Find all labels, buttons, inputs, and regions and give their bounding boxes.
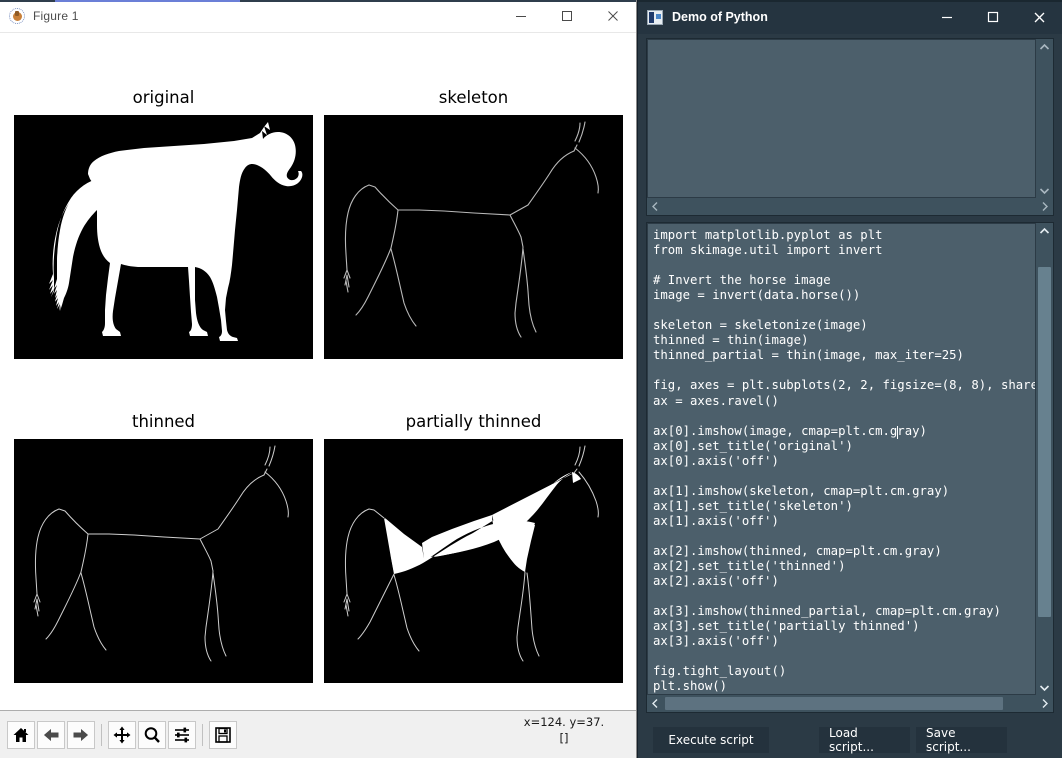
home-icon[interactable] bbox=[7, 720, 35, 749]
subplot-title-thinned: thinned bbox=[131, 412, 196, 431]
code-editor-top: import matplotlib.pyplot as plt from ski… bbox=[647, 223, 1053, 696]
close-button[interactable] bbox=[1016, 0, 1062, 34]
minimize-button[interactable] bbox=[498, 0, 544, 33]
pan-move-icon[interactable] bbox=[108, 720, 136, 749]
load-script-button[interactable]: Load script... bbox=[819, 726, 910, 754]
subplot-skeleton: skeleton bbox=[324, 88, 623, 359]
save-floppy-icon[interactable] bbox=[209, 720, 237, 749]
code-hscroll-thumb[interactable] bbox=[665, 697, 1003, 711]
execute-script-button[interactable]: Execute script bbox=[653, 726, 769, 753]
chevron-right-icon[interactable] bbox=[1036, 201, 1053, 212]
subplot-title-original: original bbox=[132, 88, 195, 107]
code-editor: import matplotlib.pyplot as plt from ski… bbox=[646, 222, 1054, 714]
demo-window: Demo of Python import matplotlib.pyplot … bbox=[637, 0, 1062, 758]
output-text-area[interactable] bbox=[647, 39, 1036, 198]
subplot-original: original bbox=[14, 88, 313, 359]
figure-window: Figure 1 original skeleton thinned parti… bbox=[0, 0, 637, 758]
code-vertical-scrollbar[interactable] bbox=[1036, 223, 1053, 696]
configure-subplots-icon[interactable] bbox=[168, 720, 196, 749]
output-console bbox=[646, 38, 1054, 216]
image-horse-silhouette bbox=[14, 114, 313, 359]
demo-window-title: Demo of Python bbox=[672, 10, 768, 24]
chevron-left-icon[interactable] bbox=[647, 201, 664, 212]
forward-arrow-icon[interactable] bbox=[67, 720, 95, 749]
figure-window-controls bbox=[498, 0, 636, 33]
chevron-left-icon[interactable] bbox=[647, 698, 664, 709]
chevron-right-icon[interactable] bbox=[1036, 698, 1053, 709]
chevron-down-icon[interactable] bbox=[1039, 182, 1050, 198]
subplot-thinned: thinned bbox=[14, 412, 313, 683]
matplotlib-icon bbox=[9, 8, 25, 24]
chevron-up-icon[interactable] bbox=[1039, 223, 1050, 239]
figure-titlebar[interactable]: Figure 1 bbox=[0, 0, 636, 33]
back-arrow-icon[interactable] bbox=[37, 720, 65, 749]
code-text-area[interactable]: import matplotlib.pyplot as plt from ski… bbox=[647, 223, 1036, 696]
text-caret bbox=[897, 426, 898, 439]
pixel-value-text: [] bbox=[559, 730, 569, 745]
subplot-title-partially-thinned: partially thinned bbox=[405, 412, 542, 431]
demo-body: import matplotlib.pyplot as plt from ski… bbox=[638, 34, 1062, 714]
output-console-top bbox=[647, 39, 1053, 198]
cursor-coordinates: x=124. y=37. [] bbox=[504, 715, 624, 746]
demo-window-controls bbox=[924, 0, 1062, 34]
matplotlib-toolbar bbox=[0, 720, 238, 749]
code-scroll-thumb[interactable] bbox=[1038, 267, 1051, 617]
demo-titlebar[interactable]: Demo of Python bbox=[638, 0, 1062, 34]
subplot-title-skeleton: skeleton bbox=[438, 88, 509, 107]
output-horizontal-scrollbar[interactable] bbox=[647, 198, 1053, 215]
output-vertical-scrollbar[interactable] bbox=[1036, 39, 1053, 198]
toolbar-separator-2 bbox=[202, 723, 203, 746]
app-icon bbox=[647, 9, 663, 25]
titlebar-accent-stripe bbox=[55, 0, 240, 2]
image-horse-skeleton bbox=[324, 114, 623, 359]
chevron-down-icon[interactable] bbox=[1039, 679, 1050, 695]
minimize-button[interactable] bbox=[924, 0, 970, 34]
image-horse-thinned bbox=[14, 438, 313, 683]
maximize-button[interactable] bbox=[544, 0, 590, 33]
toolbar-separator bbox=[101, 723, 102, 746]
close-button[interactable] bbox=[590, 0, 636, 33]
zoom-magnifier-icon[interactable] bbox=[138, 720, 166, 749]
image-horse-partially-thinned bbox=[324, 438, 623, 683]
figure-window-title: Figure 1 bbox=[33, 9, 79, 23]
coord-text: x=124. y=37. bbox=[523, 715, 605, 729]
demo-button-bar: Execute script Load script... Save scrip… bbox=[638, 713, 1062, 758]
maximize-button[interactable] bbox=[970, 0, 1016, 34]
subplot-partially-thinned: partially thinned bbox=[324, 412, 623, 683]
save-script-button[interactable]: Save script... bbox=[916, 726, 1007, 754]
figure-statusbar: x=124. y=37. [] bbox=[0, 710, 636, 758]
screen: Figure 1 original skeleton thinned parti… bbox=[0, 0, 1062, 758]
code-horizontal-scrollbar[interactable] bbox=[647, 695, 1053, 713]
figure-canvas[interactable]: original skeleton thinned partially thin… bbox=[0, 33, 636, 710]
chevron-up-icon[interactable] bbox=[1039, 39, 1050, 55]
